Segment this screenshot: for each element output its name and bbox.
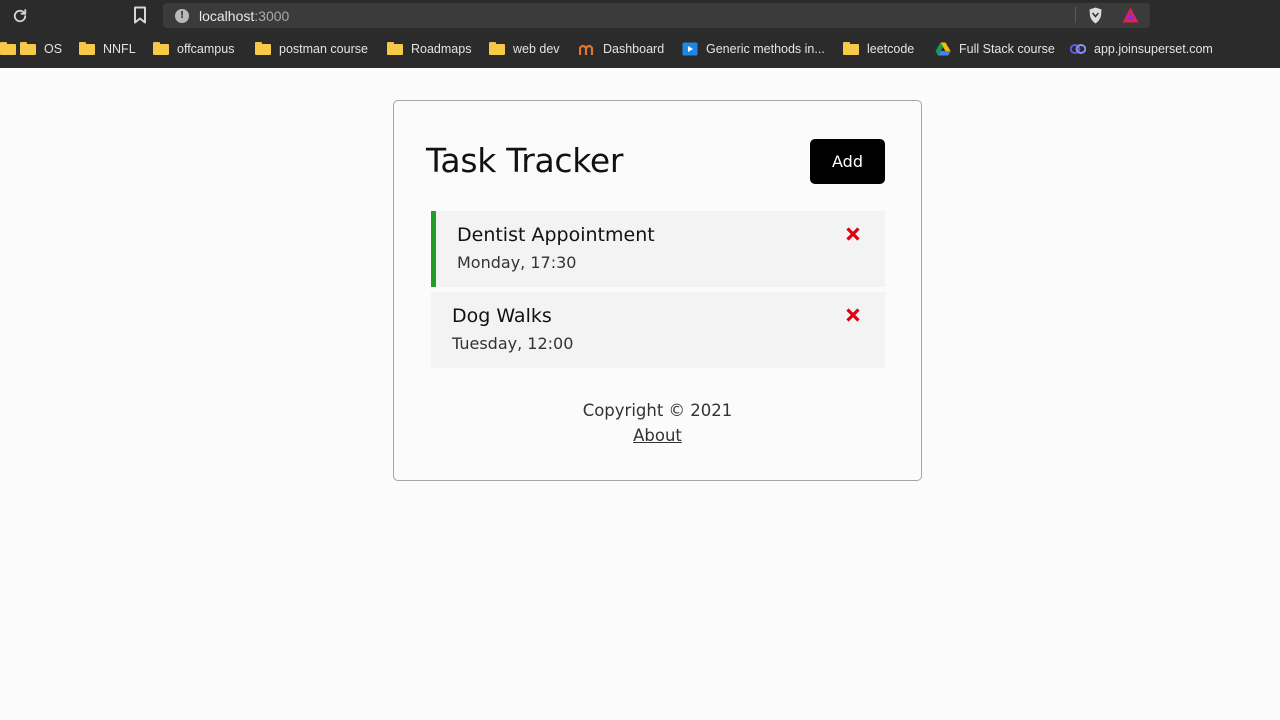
bookmark-label: leetcode [867, 42, 915, 56]
bookmark-label: postman course [279, 42, 368, 56]
task-tracker-container: Task Tracker Add Dentist Appointment Mon… [393, 100, 922, 481]
bookmark-label: web dev [513, 42, 560, 56]
bookmark-label: NNFL [103, 42, 136, 56]
app-title: Task Tracker [426, 141, 624, 180]
task-item[interactable]: Dog Walks Tuesday, 12:00 [431, 292, 885, 368]
site-info-icon[interactable]: ! [175, 8, 189, 23]
bookmark-label: Full Stack course [959, 42, 1055, 56]
bookmark-leetcode[interactable]: leetcode [843, 40, 914, 58]
task-title: Dog Walks [452, 305, 552, 327]
drive-icon [935, 42, 951, 56]
app-logo-icon [579, 44, 594, 55]
bookmark-joinsuperset[interactable]: app.joinsuperset.com [1070, 40, 1213, 58]
task-item[interactable]: Dentist Appointment Monday, 17:30 [431, 211, 885, 287]
add-task-button[interactable]: Add [810, 139, 885, 184]
task-title: Dentist Appointment [457, 224, 655, 246]
folder-icon [20, 42, 36, 56]
bookmark-label: OS [44, 42, 63, 56]
toolbar-divider [1075, 7, 1076, 23]
task-day: Monday, 17:30 [457, 253, 577, 272]
bookmark-label: Generic methods in... [706, 42, 825, 56]
delete-icon[interactable] [845, 307, 861, 323]
reload-icon[interactable] [11, 7, 29, 25]
about-link[interactable]: About [633, 426, 682, 445]
bookmark-postman-course[interactable]: postman course [255, 40, 368, 58]
bookmark-label: offcampus [177, 42, 235, 56]
browser-toolbar: ! localhost:3000 [0, 0, 1280, 31]
folder-icon [153, 42, 169, 56]
folder-icon [79, 42, 95, 56]
folder-icon [0, 42, 16, 56]
address-bar[interactable]: ! localhost:3000 [163, 3, 1150, 28]
bookmark-label: app.joinsuperset.com [1094, 42, 1213, 56]
bookmark-offcampus[interactable]: offcampus [153, 40, 234, 58]
copyright-text: Copyright © 2021 [582, 401, 733, 420]
bookmark-dashboard[interactable]: Dashboard [579, 40, 664, 58]
bookmark-label: Dashboard [603, 42, 665, 56]
folder-icon [489, 42, 505, 56]
bookmark-label: Roadmaps [411, 42, 472, 56]
folder-icon [387, 42, 403, 56]
brave-shield-icon[interactable] [1088, 7, 1103, 24]
bookmark-generic-methods[interactable]: Generic methods in... [682, 40, 825, 58]
bookmarks-bar: OS NNFL offcampus postman course Roadmap… [0, 31, 1280, 68]
superset-icon [1070, 44, 1086, 54]
about-link-wrapper: About [394, 426, 921, 445]
url-text: localhost:3000 [199, 7, 290, 24]
bookmark-os[interactable]: OS [20, 40, 62, 58]
brave-rewards-icon[interactable] [1122, 7, 1139, 23]
bookmark-full-stack-course[interactable]: Full Stack course [935, 40, 1055, 58]
task-day: Tuesday, 12:00 [452, 334, 574, 353]
bookmark-web-dev[interactable]: web dev [489, 40, 560, 58]
video-icon [682, 42, 698, 56]
bookmark-item[interactable] [0, 40, 16, 58]
bookmark-icon[interactable] [132, 6, 148, 24]
bookmark-roadmaps[interactable]: Roadmaps [387, 40, 471, 58]
folder-icon [843, 42, 859, 56]
bookmark-nnfl[interactable]: NNFL [79, 40, 136, 58]
delete-icon[interactable] [845, 226, 861, 242]
folder-icon [255, 42, 271, 56]
